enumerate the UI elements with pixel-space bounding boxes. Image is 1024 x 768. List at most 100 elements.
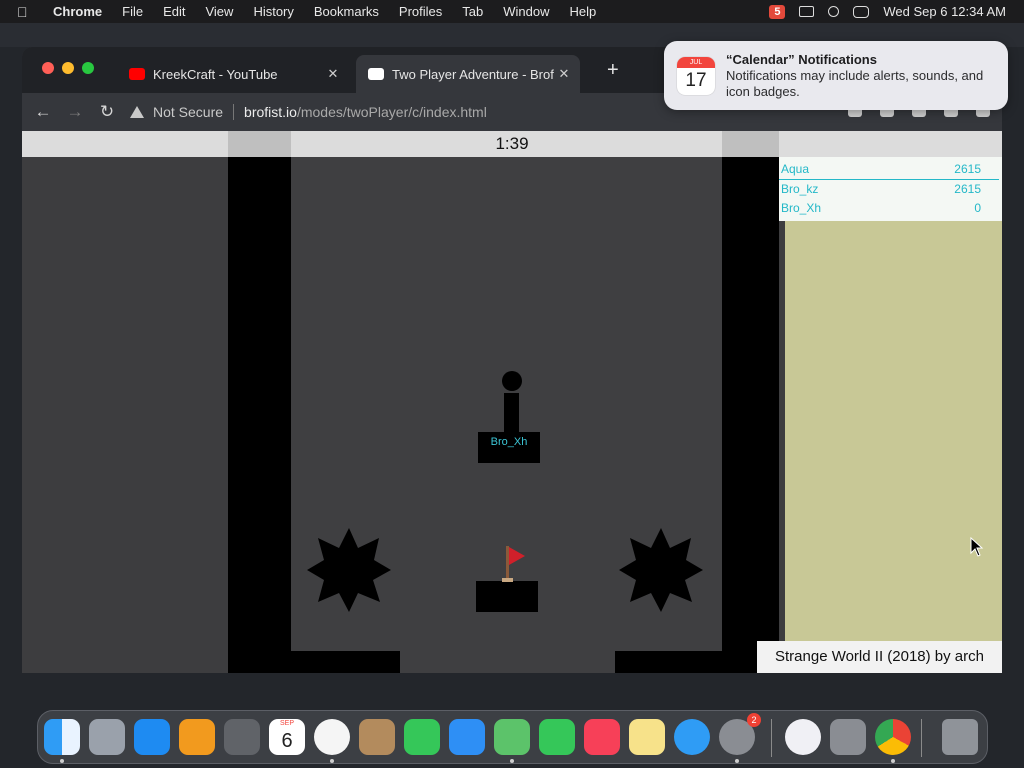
maps-icon[interactable] (494, 719, 530, 755)
player-name: Bro_kz (781, 182, 819, 196)
map-credit: Strange World II (2018) by arch (757, 641, 1002, 673)
spike-hazard-right (619, 528, 703, 612)
running-indicator (735, 759, 739, 763)
menu-view[interactable]: View (205, 4, 233, 19)
back-button[interactable]: ← (30, 102, 56, 122)
flag-platform (476, 581, 538, 612)
status-area: 5 Wed Sep 6 12:34 AM (769, 0, 1006, 23)
menu-app-chrome[interactable]: Chrome (53, 4, 102, 19)
tab-title: Two Player Adventure - Brofist (392, 66, 554, 82)
messages-icon[interactable] (539, 719, 575, 755)
finder-icon[interactable] (44, 719, 80, 755)
screen-mirroring-icon[interactable] (799, 6, 815, 17)
books-icon[interactable] (179, 719, 215, 755)
player-head (502, 371, 522, 391)
menu-file[interactable]: File (122, 4, 143, 19)
player-label: Bro_Xh (490, 436, 528, 448)
facetime-icon[interactable] (404, 719, 440, 755)
youtube-icon (129, 68, 145, 80)
calendar-icon-month: JUL (677, 57, 715, 68)
running-indicator (330, 759, 334, 763)
dock: SEP 6 2 (37, 710, 988, 764)
security-label[interactable]: Not Secure (153, 104, 223, 120)
search-icon[interactable] (828, 6, 840, 17)
spike-hazard-left (307, 528, 391, 612)
close-window-button[interactable] (42, 62, 54, 74)
score-row: Aqua 2615 (781, 159, 981, 178)
app-store-icon[interactable] (134, 719, 170, 755)
menu-tab[interactable]: Tab (462, 4, 483, 19)
notification-body: Notifications may include alerts, sounds… (726, 68, 984, 99)
close-icon[interactable]: ✕ (554, 66, 574, 82)
running-indicator (510, 759, 514, 763)
reload-button[interactable]: ↻ (94, 102, 120, 122)
notification-title: “Calendar” Notifications (726, 52, 877, 67)
score-row: Bro_kz 2615 (781, 179, 981, 198)
flag-icon (509, 547, 525, 565)
minimize-window-button[interactable] (62, 62, 74, 74)
menu-bookmarks[interactable]: Bookmarks (314, 4, 379, 19)
settings-gear-icon[interactable] (785, 719, 821, 755)
url-path[interactable]: /modes/twoPlayer/c/index.html (297, 104, 487, 120)
tab-brofist[interactable]: Two Player Adventure - Brofist ✕ (356, 55, 580, 93)
menu-profiles[interactable]: Profiles (399, 4, 442, 19)
brofist-icon (368, 68, 384, 80)
close-icon[interactable]: ✕ (323, 66, 343, 82)
zoom-window-button[interactable] (82, 62, 94, 74)
url-host[interactable]: brofist.io (244, 104, 297, 120)
control-center-icon[interactable] (853, 5, 870, 18)
chrome-icon[interactable] (875, 719, 911, 755)
player-score: 2615 (954, 182, 981, 196)
contacts-icon[interactable] (359, 719, 395, 755)
calendar-icon[interactable]: SEP 6 (269, 719, 305, 755)
game-timer: 1:39 (495, 134, 529, 153)
flag-base (502, 578, 513, 582)
menu-history[interactable]: History (253, 4, 293, 19)
browser-window: KreekCraft - YouTube ✕ Two Player Advent… (22, 47, 1002, 673)
dock-separator (771, 719, 772, 757)
calendar-icon-day: 17 (685, 70, 707, 91)
menu-help[interactable]: Help (570, 4, 597, 19)
game-viewport[interactable]: 1:39 Aqua 2615 Bro_kz 2615 Bro_Xh 0 Bro_… (22, 131, 1002, 673)
launchpad-icon[interactable] (89, 719, 125, 755)
player-score: 2615 (954, 162, 981, 176)
wall-right (722, 157, 779, 673)
clock-icon[interactable] (314, 719, 350, 755)
tab-title: KreekCraft - YouTube (153, 66, 278, 82)
warning-icon[interactable] (130, 106, 144, 118)
divider (233, 104, 235, 120)
s5-icon[interactable]: 5 (769, 4, 786, 19)
mail-icon[interactable] (449, 719, 485, 755)
tab-youtube[interactable]: KreekCraft - YouTube ✕ (117, 55, 349, 93)
menu-edit[interactable]: Edit (163, 4, 185, 19)
notification-badge: 2 (747, 713, 761, 727)
trash-icon[interactable] (942, 719, 978, 755)
forward-button[interactable]: → (62, 102, 88, 122)
menu-window[interactable]: Window (503, 4, 549, 19)
mouse-cursor-icon (970, 537, 984, 557)
player-name: Bro_Xh (781, 201, 822, 215)
player-score: 0 (974, 201, 981, 215)
score-row: Bro_Xh 0 (781, 198, 981, 217)
menubar:  Chrome File Edit View History Bookmark… (0, 0, 1024, 23)
running-indicator (60, 759, 64, 763)
apple-icon[interactable]:  (17, 4, 35, 20)
notes-icon[interactable] (629, 719, 665, 755)
calculator-icon[interactable] (224, 719, 260, 755)
dock-separator (921, 719, 922, 757)
new-tab-button[interactable]: + (607, 59, 619, 82)
calendar-month: SEP (279, 720, 294, 727)
floor-left (228, 651, 400, 673)
calendar-day: 6 (281, 730, 293, 752)
calendar-notification[interactable]: JUL 17 “Calendar” Notifications Notifica… (664, 41, 1008, 110)
calendar-icon: JUL 17 (677, 57, 715, 95)
player-name: Aqua (781, 162, 810, 176)
clock[interactable]: Wed Sep 6 12:34 AM (883, 4, 1006, 19)
wall-left (228, 157, 291, 673)
music-icon[interactable] (584, 719, 620, 755)
scoreboard: Aqua 2615 Bro_kz 2615 Bro_Xh 0 (779, 157, 1002, 221)
running-indicator (891, 759, 895, 763)
dictionary-icon[interactable] (830, 719, 866, 755)
safari-icon[interactable] (674, 719, 710, 755)
side-panel (785, 157, 1002, 673)
